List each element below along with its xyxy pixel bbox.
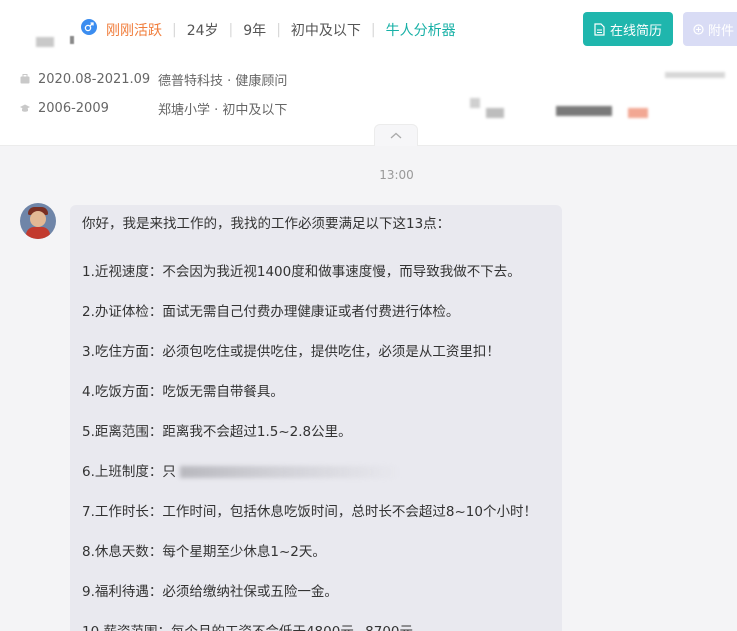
male-gender-icon (81, 19, 97, 35)
divider: | (370, 22, 376, 38)
analyzer-link[interactable]: 牛人分析器 (386, 20, 456, 40)
education-detail: 郑塘小学 · 初中及以下 (158, 102, 288, 118)
education-dates: 2006-2009 (38, 100, 109, 116)
redacted-text (628, 108, 648, 118)
message-line: 5.距离范围：距离我不会超过1.5~2.8公里。 (82, 424, 352, 440)
redacted-text (470, 98, 480, 108)
redacted-text (486, 108, 504, 118)
attachment-resume-button[interactable]: 附件 (683, 12, 737, 46)
attachment-icon (693, 23, 704, 35)
online-resume-label: 在线简历 (609, 23, 662, 39)
divider: | (172, 22, 177, 38)
attachment-label: 附件 (708, 23, 735, 39)
work-experience-row: 2020.08-2021.09 德普特科技 · 健康顾问 (20, 70, 288, 89)
message-line: 2.办证体检：面试无需自己付费办理健康证或者付费进行体检。 (82, 304, 460, 320)
candidate-avatar[interactable] (20, 203, 56, 239)
education-row: 2006-2009 郑塘小学 · 初中及以下 (20, 99, 288, 118)
redacted-smudge (179, 466, 400, 478)
divider: | (276, 22, 281, 38)
redacted-text (665, 72, 725, 78)
candidate-education: 初中及以下 (290, 23, 361, 39)
online-resume-button[interactable]: 在线简历 (583, 12, 673, 46)
divider: | (228, 22, 234, 38)
message-line: 你好，我是来找工作的，我找的工作必须要满足以下这13点： (82, 216, 451, 232)
candidate-experience: 9年 (243, 23, 267, 39)
message-line: 10.薪资范围：每个月的工资不会低于4800元~8700元 (82, 612, 550, 631)
chevron-up-icon (390, 132, 402, 139)
message-line: 1.近视速度：不会因为我近视1400度和做事速度慢，而导致我做不下去。 (82, 264, 521, 280)
briefcase-icon (20, 74, 30, 84)
work-detail: 德普特科技 · 健康顾问 (158, 73, 288, 89)
message-line: 7.工作时长：工作时间，包括休息吃饭时间，总时长不会超过8~10个小时！ (82, 504, 537, 520)
graduation-cap-icon (20, 104, 30, 112)
work-dates: 2020.08-2021.09 (38, 71, 151, 87)
candidate-name-redacted (36, 37, 54, 47)
message-line: 8.休息天数：每个星期至少休息1~2天。 (82, 544, 326, 560)
document-icon (594, 22, 605, 36)
candidate-meta: 刚刚活跃 | 24岁 | 9年 | 初中及以下 | 牛人分析器 (106, 20, 456, 40)
message-line-text: 6.上班制度：只 (82, 464, 176, 480)
candidate-name-redacted-mark (70, 36, 74, 44)
message-bubble: 你好，我是来找工作的，我找的工作必须要满足以下这13点： 1.近视速度：不会因为… (70, 205, 562, 631)
message-line: 3.吃住方面：必须包吃住或提供吃住，提供吃住，必须是从工资里扣！ (82, 344, 500, 360)
message-line: 4.吃饭方面：吃饭无需自带餐具。 (82, 384, 284, 400)
redacted-text (556, 106, 612, 116)
message-line-partial: 6.上班制度：只 (82, 452, 550, 492)
message-line: 9.福利待遇：必须给缴纳社保或五险一金。 (82, 584, 338, 600)
candidate-age: 24岁 (186, 23, 219, 39)
candidate-header: 刚刚活跃 | 24岁 | 9年 | 初中及以下 | 牛人分析器 在线简历 附件 … (0, 0, 737, 146)
collapse-toggle[interactable] (374, 124, 418, 146)
message-timestamp: 13:00 (379, 168, 414, 182)
active-status: 刚刚活跃 (106, 23, 162, 39)
